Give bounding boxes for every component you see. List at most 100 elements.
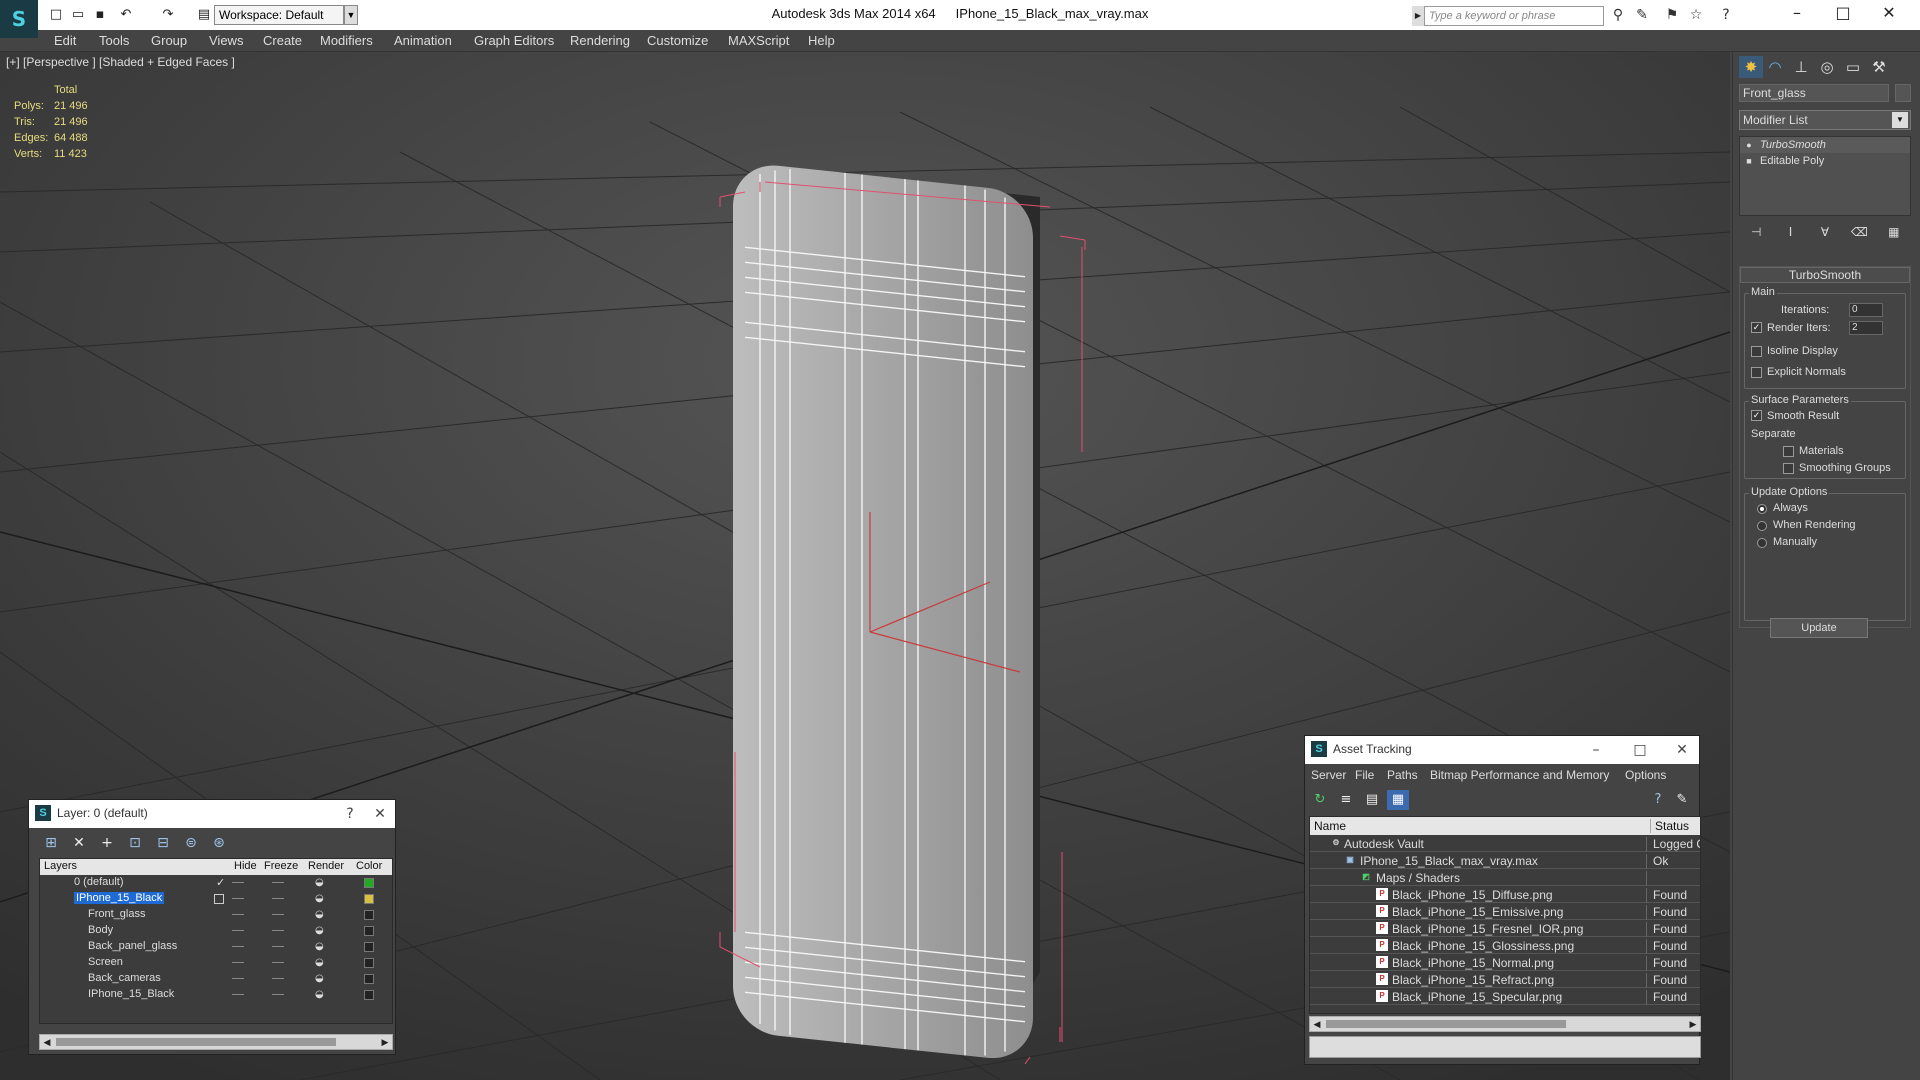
hide-toggle[interactable]	[232, 946, 244, 947]
freeze-toggle[interactable]	[272, 930, 284, 931]
current-layer-check-icon[interactable]: ✓	[216, 876, 225, 889]
project-folder-icon[interactable]: ▤	[196, 7, 212, 23]
search-input[interactable]: Type a keyword or phrase	[1424, 6, 1604, 26]
layer-color-swatch[interactable]	[364, 926, 374, 936]
menu-create[interactable]: Create	[263, 33, 302, 48]
object-name-field[interactable]: Front_glass	[1739, 84, 1889, 102]
asset-row[interactable]: P Black_iPhone_15_Fresnel_IOR.png Found	[1310, 920, 1700, 937]
save-icon[interactable]: ▪	[92, 7, 108, 23]
new-file-icon[interactable]: □	[48, 7, 64, 23]
stack-item-turbosmooth[interactable]: ● TurboSmooth	[1740, 137, 1910, 153]
minimize-icon[interactable]: –	[1774, 0, 1820, 28]
about-icon[interactable]: ✎	[1671, 790, 1693, 810]
add-selection-icon[interactable]	[214, 894, 224, 904]
freeze-toggle[interactable]	[272, 898, 284, 899]
render-teapot-icon[interactable]: ◒	[315, 941, 324, 952]
help-icon[interactable]: ?	[1716, 6, 1736, 24]
isoline-checkbox[interactable]	[1751, 346, 1762, 357]
close-icon[interactable]: ✕	[1866, 0, 1912, 28]
set-current-layer-icon[interactable]: ⊜	[179, 832, 203, 854]
smoothing-groups-checkbox[interactable]	[1783, 463, 1794, 474]
pin-stack-icon[interactable]: ⊣	[1747, 223, 1765, 241]
stack-item-editable-poly[interactable]: ■ Editable Poly	[1740, 153, 1910, 169]
open-file-icon[interactable]: ▭	[70, 7, 86, 23]
render-teapot-icon[interactable]: ◒	[315, 957, 324, 968]
column-render[interactable]: Render	[308, 860, 344, 872]
freeze-toggle[interactable]	[272, 946, 284, 947]
scroll-left-icon[interactable]: ◀	[40, 1035, 54, 1049]
hierarchy-tab-icon[interactable]: ⊥	[1789, 56, 1813, 78]
create-layer-icon[interactable]: ⊞	[39, 832, 63, 854]
show-end-result-icon[interactable]: I	[1782, 223, 1800, 241]
rollout-header[interactable]: TurboSmooth	[1740, 267, 1910, 283]
utilities-tab-icon[interactable]: ⚒	[1867, 56, 1891, 78]
refresh-icon[interactable]: ↻	[1309, 790, 1331, 810]
remove-modifier-icon[interactable]: ⌫	[1850, 223, 1868, 241]
render-teapot-icon[interactable]: ◒	[315, 877, 324, 888]
column-freeze[interactable]: Freeze	[264, 860, 298, 872]
thumbnail-view-icon[interactable]: ▤	[1361, 790, 1383, 810]
layer-row[interactable]: Back_panel_glass ◒	[40, 939, 392, 955]
asset-row[interactable]: P Black_iPhone_15_Emissive.png Found	[1310, 903, 1700, 920]
communication-icon[interactable]: ⚑	[1662, 6, 1682, 24]
add-to-layer-icon[interactable]: +	[95, 832, 119, 854]
subscription-icon[interactable]: ✎	[1632, 6, 1652, 24]
hide-toggle[interactable]	[232, 930, 244, 931]
maximize-icon[interactable]: □	[1820, 0, 1866, 28]
layer-row[interactable]: IPhone_15_Black ◒	[40, 891, 392, 907]
delete-layer-icon[interactable]: ✕	[67, 832, 91, 854]
materials-checkbox[interactable]	[1783, 446, 1794, 457]
asset-row[interactable]: ▣ IPhone_15_Black_max_vray.max Ok	[1310, 852, 1700, 869]
render-teapot-icon[interactable]: ◒	[315, 893, 324, 904]
lightbulb-icon[interactable]: ●	[1744, 140, 1754, 150]
render-iters-spinner[interactable]: 2	[1849, 321, 1883, 335]
asset-menu-bitmap[interactable]: Bitmap Performance and Memory	[1430, 768, 1609, 782]
horizontal-scrollbar[interactable]: ◀ ▶	[1309, 1016, 1701, 1032]
asset-row[interactable]: P Black_iPhone_15_Normal.png Found	[1310, 954, 1700, 971]
help-button[interactable]: ?	[337, 803, 363, 825]
maximize-icon[interactable]: □	[1627, 739, 1653, 761]
layer-row[interactable]: IPhone_15_Black ◒	[40, 987, 392, 1003]
hide-toggle[interactable]	[232, 994, 244, 995]
menu-animation[interactable]: Animation	[394, 33, 452, 48]
menu-graph-editors[interactable]: Graph Editors	[474, 33, 554, 48]
layer-color-swatch[interactable]	[364, 894, 374, 904]
modifier-list-dropdown[interactable]: Modifier List ▼	[1739, 110, 1911, 130]
freeze-toggle[interactable]	[272, 962, 284, 963]
iterations-spinner[interactable]: 0	[1849, 303, 1883, 317]
asset-row[interactable]: ⚙ Autodesk Vault Logged O	[1310, 835, 1700, 852]
asset-row[interactable]: ◩ Maps / Shaders	[1310, 869, 1700, 886]
always-radio[interactable]	[1757, 504, 1767, 514]
hide-toggle[interactable]	[232, 898, 244, 899]
freeze-toggle[interactable]	[272, 914, 284, 915]
render-teapot-icon[interactable]: ◒	[315, 925, 324, 936]
layer-row[interactable]: Back_cameras ◒	[40, 971, 392, 987]
list-view-icon[interactable]: ≡	[1335, 790, 1357, 810]
expand-icon[interactable]: ■	[1744, 156, 1754, 166]
create-tab-icon[interactable]: ✸	[1739, 56, 1763, 78]
render-teapot-icon[interactable]: ◒	[315, 973, 324, 984]
column-status[interactable]: Status	[1650, 819, 1689, 833]
search-expand-icon[interactable]: ▶	[1412, 6, 1424, 26]
asset-path-field[interactable]	[1309, 1036, 1701, 1058]
freeze-toggle[interactable]	[272, 994, 284, 995]
column-name[interactable]: Name	[1314, 819, 1346, 833]
layer-color-swatch[interactable]	[364, 958, 374, 968]
menu-tools[interactable]: Tools	[99, 33, 129, 48]
scroll-right-icon[interactable]: ▶	[378, 1035, 392, 1049]
when-rendering-radio[interactable]	[1757, 521, 1767, 531]
scroll-left-icon[interactable]: ◀	[1310, 1017, 1324, 1031]
minimize-icon[interactable]: –	[1583, 739, 1609, 761]
asset-row[interactable]: P Black_iPhone_15_Refract.png Found	[1310, 971, 1700, 988]
table-view-icon[interactable]: ▦	[1387, 790, 1409, 810]
asset-row[interactable]: P Black_iPhone_15_Specular.png Found	[1310, 988, 1700, 1005]
explicit-normals-checkbox[interactable]	[1751, 367, 1762, 378]
scroll-thumb[interactable]	[1326, 1020, 1566, 1028]
smooth-result-checkbox[interactable]: ✓	[1751, 410, 1762, 421]
menu-views[interactable]: Views	[209, 33, 243, 48]
undo-icon[interactable]: ↶	[118, 7, 134, 23]
modify-tab-icon[interactable]: ◠	[1763, 56, 1787, 78]
chevron-down-icon[interactable]: ▼	[344, 5, 358, 25]
configure-sets-icon[interactable]: ▦	[1885, 223, 1903, 241]
asset-menu-paths[interactable]: Paths	[1387, 768, 1418, 782]
